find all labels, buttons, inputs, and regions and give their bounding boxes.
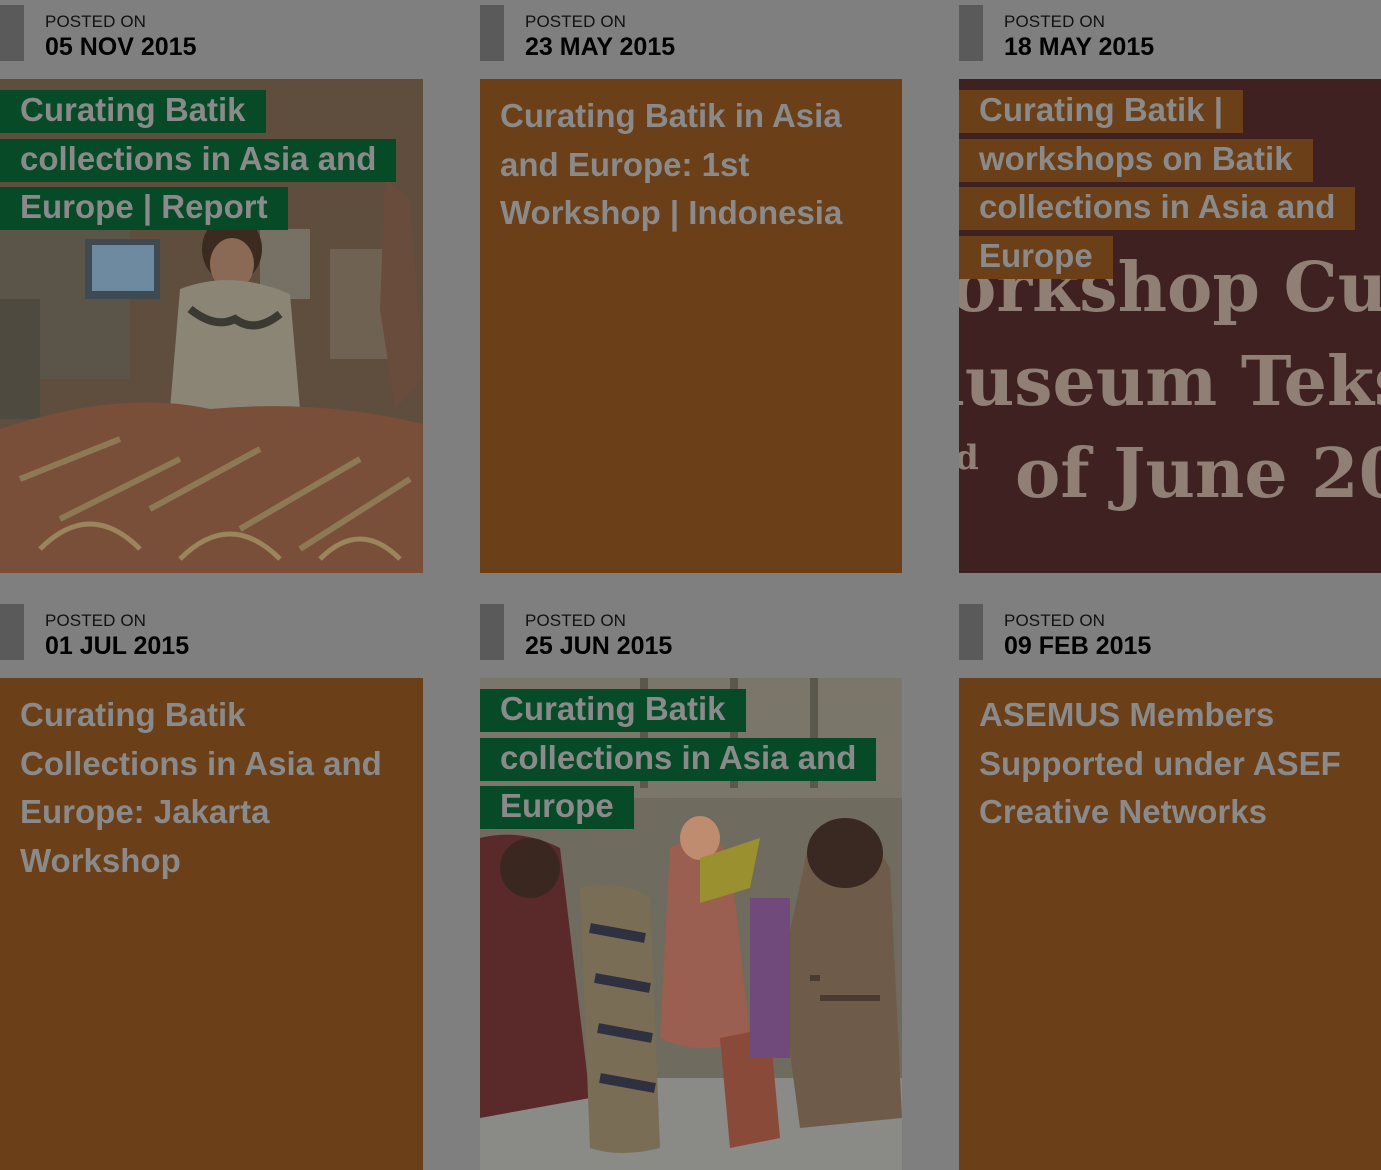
posted-on-label: POSTED ON	[1004, 611, 1106, 630]
post-meta: POSTED ON 05 NOV 2015	[0, 0, 423, 79]
post-date: 18 MAY 2015	[1004, 33, 1155, 61]
date-marker	[0, 604, 24, 660]
posted-on-label: POSTED ON	[45, 611, 147, 630]
post-meta: POSTED ON 09 FEB 2015	[959, 599, 1381, 678]
posted-on-label: POSTED ON	[525, 12, 627, 31]
post-meta: POSTED ON 01 JUL 2015	[0, 599, 423, 678]
date-marker	[480, 604, 504, 660]
post-card[interactable]: POSTED ON 23 MAY 2015 Curating Batik in …	[480, 0, 902, 573]
banner-line-2: luseum Teks	[959, 342, 1381, 422]
post-meta: POSTED ON 18 MAY 2015	[959, 0, 1381, 79]
post-card[interactable]: POSTED ON 01 JUL 2015 Curating Batik Col…	[0, 599, 423, 1170]
post-thumbnail[interactable]: Curating Batik collections in Asia and E…	[0, 79, 423, 573]
post-date: 09 FEB 2015	[1004, 632, 1152, 660]
post-date: 05 NOV 2015	[45, 33, 197, 61]
post-date: 01 JUL 2015	[45, 632, 190, 660]
posted-on-label: POSTED ON	[1004, 12, 1106, 31]
post-thumbnail[interactable]: ASEMUS Members Supported under ASEF Crea…	[959, 678, 1381, 1170]
post-card[interactable]: POSTED ON 18 MAY 2015 orkshop Cu luseum …	[959, 0, 1381, 573]
posted-on-label: POSTED ON	[525, 611, 627, 630]
post-card[interactable]: POSTED ON 05 NOV 2015 Curating Batik col…	[0, 0, 423, 573]
post-date: 23 MAY 2015	[525, 33, 676, 61]
post-title[interactable]: Curating Batik in Asia and Europe: 1st W…	[500, 92, 882, 238]
date-marker	[0, 5, 24, 61]
date-marker	[480, 5, 504, 61]
date-marker	[959, 5, 983, 61]
post-date: 25 JUN 2015	[525, 632, 673, 660]
post-title[interactable]: Curating Batik collections in Asia and E…	[0, 86, 400, 232]
post-card[interactable]: POSTED ON 09 FEB 2015 ASEMUS Members Sup…	[959, 599, 1381, 1170]
post-meta: POSTED ON 25 JUN 2015	[480, 599, 902, 678]
post-card[interactable]: POSTED ON 25 JUN 2015 Curating Batik col…	[480, 599, 902, 1170]
post-title[interactable]: ASEMUS Members Supported under ASEF Crea…	[979, 691, 1361, 837]
post-title[interactable]: Curating Batik | workshops on Batik coll…	[959, 86, 1359, 280]
post-meta: POSTED ON 23 MAY 2015	[480, 0, 902, 79]
banner-line-3: of June 20	[1015, 434, 1381, 514]
post-thumbnail[interactable]: orkshop Cu luseum Teks d of June 20 Cura…	[959, 79, 1381, 573]
post-thumbnail[interactable]: Curating Batik Collections in Asia and E…	[0, 678, 423, 1170]
post-thumbnail[interactable]: Curating Batik in Asia and Europe: 1st W…	[480, 79, 902, 573]
posted-on-label: POSTED ON	[45, 12, 147, 31]
date-marker	[959, 604, 983, 660]
post-title[interactable]: Curating Batik collections in Asia and E…	[480, 685, 880, 831]
banner-line-3-sup: d	[959, 438, 979, 478]
post-title[interactable]: Curating Batik Collections in Asia and E…	[20, 691, 403, 885]
post-thumbnail[interactable]: Curating Batik collections in Asia and E…	[480, 678, 902, 1170]
